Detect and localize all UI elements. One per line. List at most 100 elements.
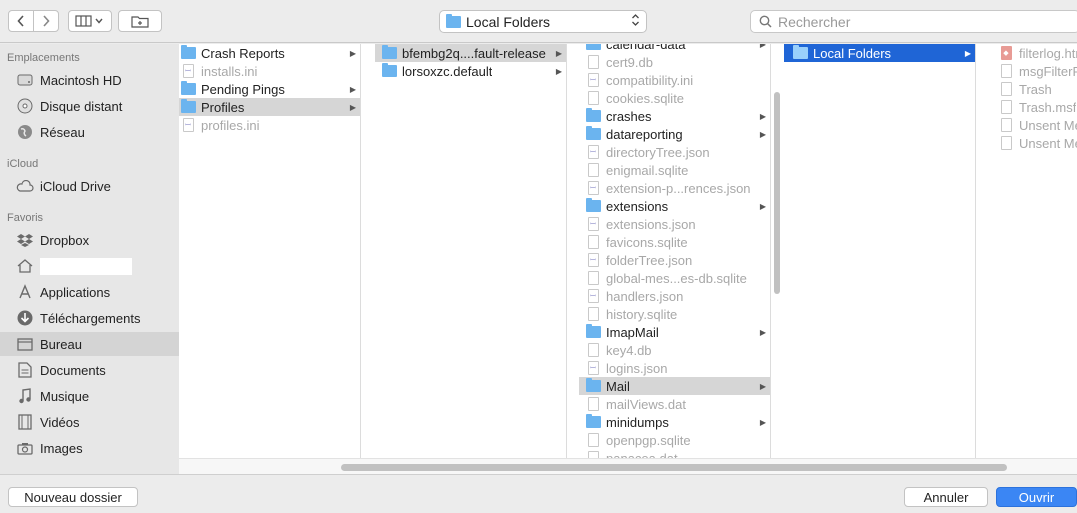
- column-2: bfembg2q....fault-release ▶ lorsoxzc.def…: [375, 44, 567, 458]
- list-item[interactable]: .global-mes...es-db.sqlite: [579, 269, 770, 287]
- folder-icon: [585, 324, 601, 338]
- sidebar-item-label: Musique: [40, 388, 90, 404]
- new-folder-toolbar-button[interactable]: [118, 10, 162, 32]
- sidebar-item-icloud-drive[interactable]: iCloud Drive: [0, 174, 179, 198]
- list-item[interactable]: ꟷ folderTree.json: [579, 251, 770, 269]
- sidebar-item-label: Applications: [40, 284, 111, 300]
- sidebar-item-remote-disc[interactable]: Disque distant: [0, 94, 179, 118]
- list-item[interactable]: . msgFilterRules.dat: [990, 62, 1077, 80]
- view-mode-button[interactable]: [68, 10, 112, 32]
- file-icon: ꟷ: [587, 145, 599, 159]
- list-item[interactable]: ꟷ handlers.json: [579, 287, 770, 305]
- folder-icon: [585, 108, 601, 122]
- column-1: Crash Reports ▶ ꟷ installs.ini Pending P…: [179, 44, 361, 458]
- list-item[interactable]: ꟷ directoryTree.json: [579, 143, 770, 161]
- file-icon: .: [587, 451, 599, 458]
- list-item[interactable]: datareporting ▶: [579, 125, 770, 143]
- list-item[interactable]: bfembg2q....fault-release ▶: [375, 44, 566, 62]
- list-item[interactable]: lorsoxzc.default ▶: [375, 62, 566, 80]
- download-icon: [16, 309, 34, 327]
- list-item[interactable]: . Trash.msf: [990, 98, 1077, 116]
- sidebar-item-downloads[interactable]: Téléchargements: [0, 306, 179, 330]
- list-item[interactable]: Crash Reports ▶: [179, 44, 360, 62]
- search-field[interactable]: Rechercher: [750, 10, 1077, 33]
- list-item[interactable]: ꟷ extensions.json: [579, 215, 770, 233]
- forward-button[interactable]: [33, 11, 58, 31]
- folder-icon: [792, 45, 808, 59]
- list-item[interactable]: Local Folders ▶: [784, 44, 975, 62]
- list-item[interactable]: .key4.db: [579, 341, 770, 359]
- back-button[interactable]: [9, 11, 33, 31]
- list-item[interactable]: . Unsent Messages.msf: [990, 134, 1077, 152]
- sidebar-item-network[interactable]: Réseau: [0, 120, 179, 144]
- location-popup[interactable]: Local Folders: [439, 10, 647, 33]
- list-item[interactable]: extensions ▶: [579, 197, 770, 215]
- folder-icon: [180, 81, 196, 95]
- sidebar-item-videos[interactable]: Vidéos: [0, 410, 179, 434]
- disclosure-arrow-icon: ▶: [759, 129, 766, 139]
- sidebar-item-label: Bureau: [40, 336, 82, 352]
- sidebar-item-label: Images: [40, 440, 83, 456]
- file-icon: ꟷ: [587, 181, 599, 195]
- list-item[interactable]: ꟷ profiles.ini: [179, 116, 360, 134]
- sidebar-item-dropbox[interactable]: Dropbox: [0, 228, 179, 252]
- new-folder-button[interactable]: Nouveau dossier: [8, 487, 138, 507]
- list-item[interactable]: .openpgp.sqlite: [579, 431, 770, 449]
- folder-icon: [446, 13, 461, 28]
- cancel-button[interactable]: Annuler: [904, 487, 988, 507]
- list-item[interactable]: .history.sqlite: [579, 305, 770, 323]
- list-item[interactable]: ꟷ compatibility.ini: [579, 71, 770, 89]
- column-4: Local Folders ▶: [784, 44, 976, 458]
- hard-drive-icon: [16, 71, 34, 89]
- list-item[interactable]: .panacea.dat: [579, 449, 770, 458]
- list-item[interactable]: .mailViews.dat: [579, 395, 770, 413]
- column-browser: Crash Reports ▶ ꟷ installs.ini Pending P…: [179, 44, 1077, 474]
- open-button[interactable]: Ouvrir: [996, 487, 1077, 507]
- disclosure-arrow-icon: ▶: [759, 417, 766, 427]
- sidebar-item-music[interactable]: Musique: [0, 384, 179, 408]
- sidebar-item-documents[interactable]: Documents: [0, 358, 179, 382]
- file-icon: .: [587, 271, 599, 285]
- list-item[interactable]: ꟷ logins.json: [579, 359, 770, 377]
- sidebar-item-pictures[interactable]: Images: [0, 436, 179, 460]
- file-icon: ꟷ: [587, 73, 599, 87]
- list-item[interactable]: ꟷ installs.ini: [179, 62, 360, 80]
- file-icon: .: [587, 91, 599, 105]
- sidebar-item-label: Documents: [40, 362, 106, 378]
- sidebar-item-macintosh-hd[interactable]: Macintosh HD: [0, 68, 179, 92]
- horizontal-scrollbar[interactable]: [341, 464, 1007, 471]
- list-item[interactable]: . Unsent Messages: [990, 116, 1077, 134]
- sidebar-item-label: Téléchargements: [40, 310, 141, 326]
- cloud-icon: [16, 177, 34, 195]
- disclosure-arrow-icon: ▶: [964, 48, 971, 58]
- sidebar-item-applications[interactable]: Applications: [0, 280, 179, 304]
- desktop-icon: [16, 335, 34, 353]
- list-item[interactable]: .enigmail.sqlite: [579, 161, 770, 179]
- list-item[interactable]: .cookies.sqlite: [579, 89, 770, 107]
- file-icon: .: [1000, 64, 1012, 78]
- file-icon: ꟷ: [587, 217, 599, 231]
- sidebar-item-home[interactable]: [0, 254, 179, 278]
- folder-icon: [381, 45, 397, 59]
- list-item[interactable]: ꟷ extension-p...rences.json: [579, 179, 770, 197]
- folder-icon: [585, 44, 601, 50]
- sidebar-item-desktop[interactable]: Bureau: [0, 332, 179, 356]
- list-item[interactable]: calendar-data ▶: [579, 44, 770, 53]
- list-item[interactable]: ImapMail ▶: [579, 323, 770, 341]
- list-item[interactable]: ◆ filterlog.html: [990, 44, 1077, 62]
- folder-icon: [180, 99, 196, 113]
- search-icon: [759, 15, 772, 28]
- list-item[interactable]: minidumps ▶: [579, 413, 770, 431]
- column-5: ◆ filterlog.html . msgFilterRules.dat . …: [990, 44, 1077, 458]
- list-item[interactable]: .favicons.sqlite: [579, 233, 770, 251]
- list-item[interactable]: Profiles ▶: [179, 98, 360, 116]
- file-icon: .: [587, 55, 599, 69]
- list-item[interactable]: Mail ▶: [579, 377, 770, 395]
- list-item[interactable]: .cert9.db: [579, 53, 770, 71]
- list-item[interactable]: Pending Pings ▶: [179, 80, 360, 98]
- list-item[interactable]: crashes ▶: [579, 107, 770, 125]
- vertical-scrollbar[interactable]: [774, 92, 780, 294]
- disclosure-arrow-icon: ▶: [759, 327, 766, 337]
- film-icon: [16, 413, 34, 431]
- list-item[interactable]: . Trash: [990, 80, 1077, 98]
